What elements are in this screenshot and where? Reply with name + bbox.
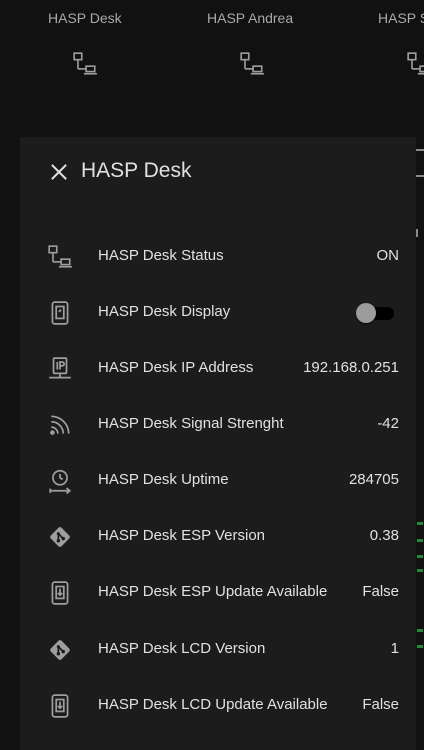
background-tile-hasp-desk[interactable]: HASP Desk bbox=[48, 0, 126, 90]
close-icon[interactable] bbox=[48, 161, 70, 183]
entity-row-label: HASP Desk LCD Version bbox=[98, 640, 266, 657]
tablet-icon bbox=[47, 300, 73, 326]
network-icon bbox=[406, 51, 424, 77]
dialog-header: HASP Desk bbox=[20, 137, 416, 207]
network-icon bbox=[72, 51, 98, 77]
git-icon bbox=[47, 524, 73, 550]
background-tile-label: HASP S bbox=[378, 10, 424, 26]
background-tile-hasp-andrea[interactable]: HASP Andrea bbox=[207, 0, 299, 90]
entity-row-display[interactable]: HASP Desk Display bbox=[20, 285, 416, 341]
background-tile-label: HASP Desk bbox=[48, 10, 122, 26]
entity-row-esp-version[interactable]: HASP Desk ESP Version 0.38 bbox=[20, 509, 416, 565]
clock-arrow-icon bbox=[47, 468, 73, 494]
background-tile-hasp-s[interactable]: HASP S bbox=[378, 0, 424, 90]
entity-row-label: HASP Desk Signal Strenght bbox=[98, 415, 284, 432]
entity-row-signal-strength[interactable]: HASP Desk Signal Strenght -42 bbox=[20, 397, 416, 453]
entity-row-lcd-update[interactable]: HASP Desk LCD Update Available False bbox=[20, 678, 416, 734]
wifi-signal-icon bbox=[47, 412, 73, 438]
ip-network-icon bbox=[47, 356, 73, 382]
background-tile-label: HASP Andrea bbox=[207, 10, 294, 26]
entity-row-value: 284705 bbox=[348, 471, 399, 488]
display-toggle[interactable] bbox=[356, 303, 394, 323]
more-info-dialog: HASP Desk HASP Desk Status ON HASP Desk … bbox=[20, 137, 416, 750]
entity-row-label: HASP Desk Uptime bbox=[98, 471, 229, 488]
cellphone-arrow-down-icon bbox=[47, 580, 73, 606]
entity-row-value: False bbox=[362, 583, 399, 600]
entity-row-value: 0.38 bbox=[369, 527, 399, 544]
entity-row-status[interactable]: HASP Desk Status ON bbox=[20, 229, 416, 285]
entity-row-label: HASP Desk Status bbox=[98, 247, 224, 264]
entity-row-label: HASP Desk Display bbox=[98, 303, 231, 320]
background-right-edge bbox=[416, 137, 424, 750]
entity-row-label: HASP Desk ESP Update Available bbox=[98, 583, 328, 600]
entity-row-label: HASP Desk IP Address bbox=[98, 359, 254, 376]
entity-row-value: 1 bbox=[390, 640, 399, 657]
entity-row-lcd-version[interactable]: HASP Desk LCD Version 1 bbox=[20, 622, 416, 678]
entity-row-value: ON bbox=[376, 247, 400, 264]
network-icon bbox=[47, 244, 73, 270]
git-icon bbox=[47, 637, 73, 663]
dialog-title: HASP Desk bbox=[81, 159, 192, 182]
entity-row-label: HASP Desk ESP Version bbox=[98, 527, 266, 544]
entity-row-value: False bbox=[362, 696, 399, 713]
entity-row-value: 192.168.0.251 bbox=[303, 359, 399, 376]
toggle-knob bbox=[356, 303, 376, 323]
cellphone-arrow-down-icon bbox=[47, 693, 73, 719]
entity-row-label: HASP Desk LCD Update Available bbox=[98, 696, 328, 713]
entity-row-value: -42 bbox=[377, 415, 399, 432]
entity-row-ip-address[interactable]: HASP Desk IP Address 192.168.0.251 bbox=[20, 341, 416, 397]
network-icon bbox=[239, 51, 265, 77]
entity-row-esp-update[interactable]: HASP Desk ESP Update Available False bbox=[20, 565, 416, 621]
background-header: HASP Desk HASP Andrea HASP S bbox=[0, 0, 424, 137]
entity-row-uptime[interactable]: HASP Desk Uptime 284705 bbox=[20, 453, 416, 509]
